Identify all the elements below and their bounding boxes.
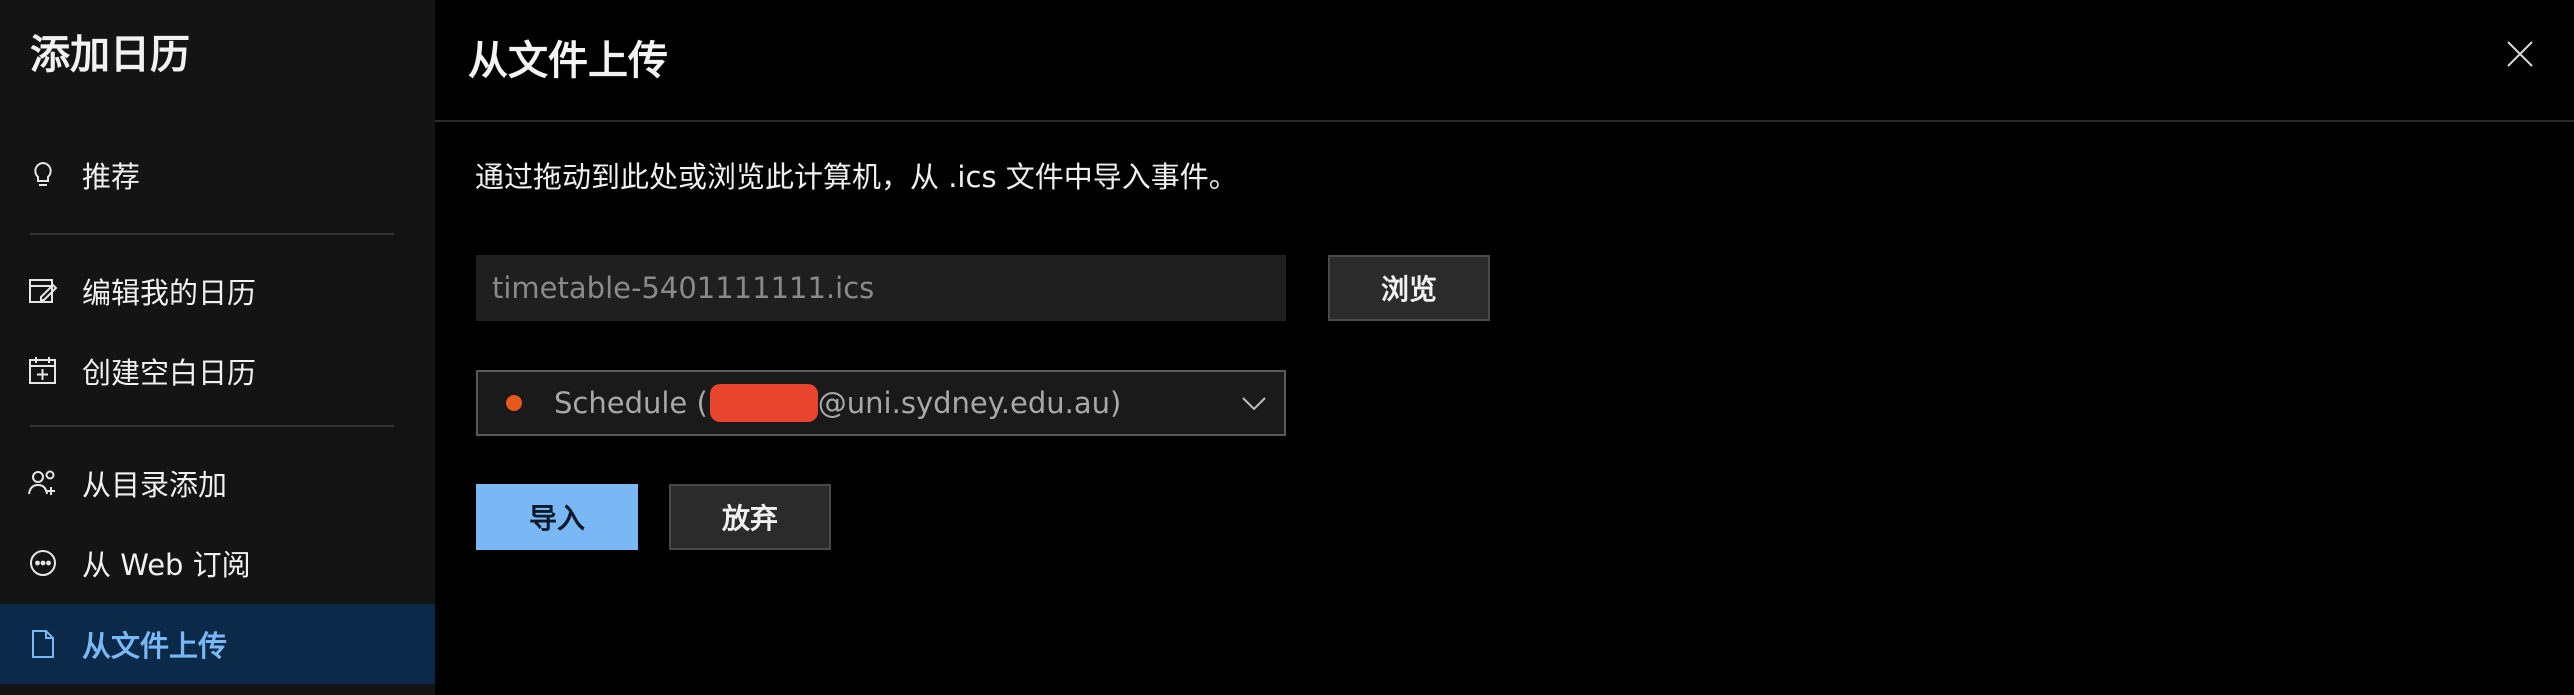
discard-button[interactable]: 放弃: [669, 484, 831, 550]
calendar-color-dot: [506, 395, 522, 411]
sidebar-item-label: 编辑我的日历: [82, 276, 257, 310]
page-title: 从文件上传: [468, 38, 668, 84]
edit-calendar-icon: [26, 274, 60, 308]
close-button[interactable]: [2500, 36, 2540, 76]
sidebar-item-upload-from-file[interactable]: 从文件上传: [0, 604, 435, 684]
header-divider: [435, 120, 2574, 122]
calendar-select-prefix: Schedule (: [554, 386, 708, 420]
file-upload-icon: [26, 627, 60, 661]
people-add-icon: [26, 466, 60, 500]
lightbulb-icon: [26, 158, 60, 192]
sidebar-item-subscribe-from-web[interactable]: 从 Web 订阅: [0, 523, 435, 603]
sidebar-item-label: 从文件上传: [82, 629, 228, 663]
sidebar-divider: [30, 233, 394, 235]
calendar-select-value: Schedule ( @uni.sydney.edu.au): [554, 384, 1121, 422]
sidebar-divider: [30, 425, 394, 427]
sidebar-title: 添加日历: [30, 32, 190, 78]
sidebar-item-label: 创建空白日历: [82, 356, 257, 390]
sidebar-item-label: 推荐: [82, 160, 141, 194]
sidebar-item-add-from-directory[interactable]: 从目录添加: [0, 443, 435, 523]
sidebar-item-recommended[interactable]: 推荐: [0, 135, 435, 215]
chevron-down-icon: [1240, 389, 1268, 417]
sidebar-item-edit-calendars[interactable]: 编辑我的日历: [0, 251, 435, 331]
import-button[interactable]: 导入: [476, 484, 638, 550]
calendar-select-suffix: @uni.sydney.edu.au): [817, 386, 1122, 420]
file-name-input[interactable]: [476, 255, 1286, 321]
sidebar-item-create-blank-calendar[interactable]: 创建空白日历: [0, 331, 435, 411]
sidebar: 添加日历 推荐 编辑我的日历 创建空白日历 从目录添加 从 Web 订阅 从文件…: [0, 0, 435, 695]
close-icon: [2505, 39, 2535, 73]
add-calendar-icon: [26, 354, 60, 388]
browse-button[interactable]: 浏览: [1328, 255, 1490, 321]
link-circle-icon: [26, 546, 60, 580]
calendar-select[interactable]: Schedule ( @uni.sydney.edu.au): [476, 370, 1286, 436]
redaction-mark: [709, 384, 818, 422]
upload-description: 通过拖动到此处或浏览此计算机，从 .ics 文件中导入事件。: [475, 160, 1238, 194]
sidebar-item-label: 从 Web 订阅: [82, 548, 251, 582]
sidebar-item-label: 从目录添加: [82, 468, 228, 502]
